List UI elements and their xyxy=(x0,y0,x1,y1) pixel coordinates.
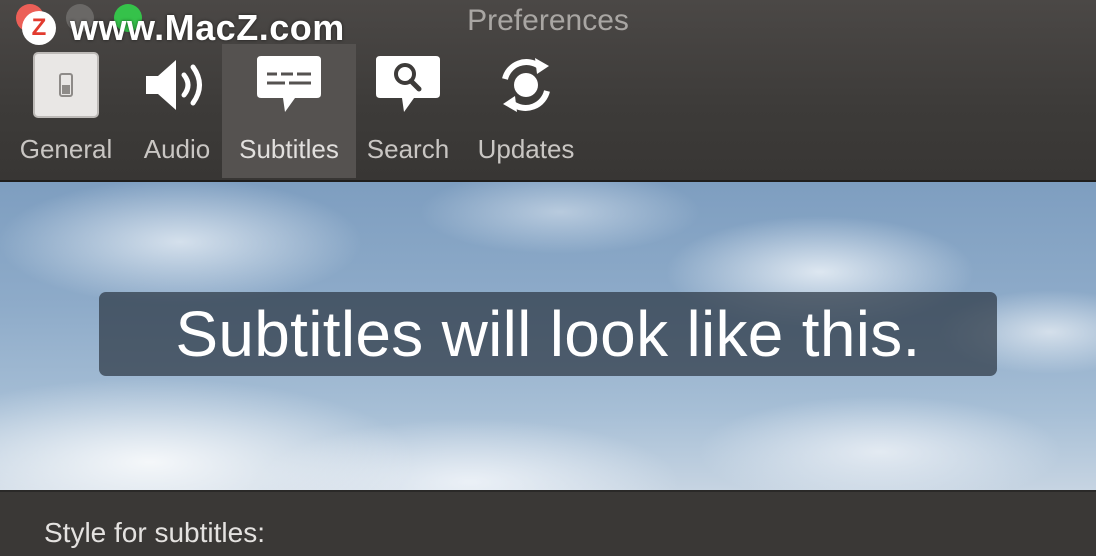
preferences-toolbar: General Audio Subtitles Search Updates xyxy=(0,44,592,178)
titlebar: Preferences Z www.MacZ.com General Audio… xyxy=(0,0,1096,182)
tab-search[interactable]: Search xyxy=(356,44,460,178)
style-for-subtitles-label: Style for subtitles: xyxy=(44,517,265,548)
search-bubble-icon xyxy=(356,44,460,126)
watermark-logo-icon: Z xyxy=(22,11,56,45)
tab-subtitles-label: Subtitles xyxy=(239,134,339,164)
tab-audio[interactable]: Audio xyxy=(132,44,222,178)
watermark-text: www.MacZ.com xyxy=(70,7,345,48)
tab-general[interactable]: General xyxy=(0,44,132,178)
preferences-window: Preferences Z www.MacZ.com General Audio… xyxy=(0,0,1096,556)
subtitles-bubble-icon xyxy=(222,44,356,126)
tab-search-label: Search xyxy=(366,134,450,164)
tab-general-label: General xyxy=(19,134,113,164)
switch-icon xyxy=(0,44,132,126)
refresh-icon xyxy=(460,44,592,126)
subtitle-style-section: Style for subtitles: xyxy=(0,490,1096,556)
subtitle-sample-text: Subtitles will look like this. xyxy=(175,298,921,370)
tab-subtitles[interactable]: Subtitles xyxy=(222,44,356,178)
tab-updates-label: Updates xyxy=(477,134,575,164)
subtitle-preview: Subtitles will look like this. xyxy=(0,182,1096,490)
watermark: Z www.MacZ.com xyxy=(22,7,345,48)
speaker-icon xyxy=(132,44,222,126)
tab-audio-label: Audio xyxy=(143,134,211,164)
tab-updates[interactable]: Updates xyxy=(460,44,592,178)
subtitle-sample-box: Subtitles will look like this. xyxy=(99,292,997,376)
